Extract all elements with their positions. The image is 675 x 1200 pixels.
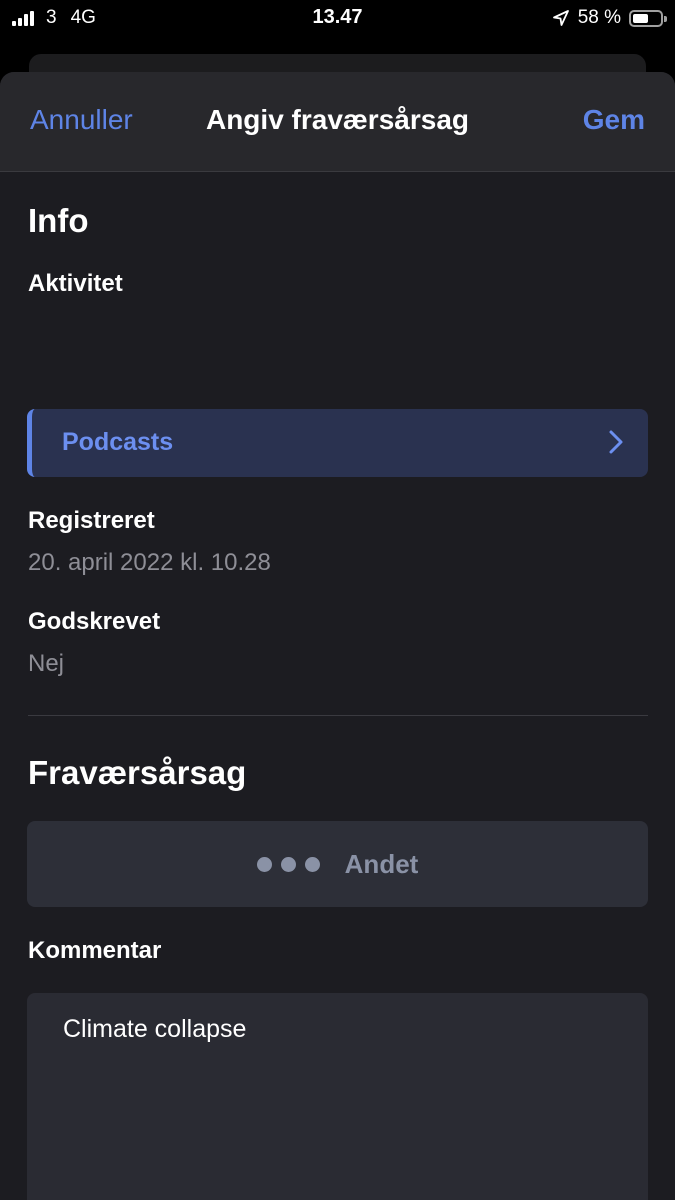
approved-label: Godskrevet [28,608,161,635]
status-bar-right: 58 % [552,7,667,29]
activity-selector[interactable]: Podcasts [27,409,648,477]
cancel-button[interactable]: Annuller [30,104,133,136]
ellipsis-icon [256,856,329,872]
registered-value: 20. april 2022 kl. 10.28 [28,549,271,576]
comment-textarea[interactable]: Climate collapse [27,993,648,1200]
battery-level-fill [633,13,649,23]
reason-option-other[interactable]: Andet [27,821,648,907]
absence-reason-sheet: Annuller Angiv fraværsårsag Gem Info Akt… [0,72,675,1200]
reason-section-title: Fraværsårsag [28,754,247,791]
battery-percentage: 58 % [577,7,621,28]
location-arrow-icon [552,9,570,27]
activity-label: Aktivitet [28,270,123,297]
battery-icon [629,9,667,27]
approved-value: Nej [28,650,65,677]
navigation-bar: Annuller Angiv fraværsårsag Gem [0,72,675,172]
comment-label: Kommentar [28,937,162,964]
registered-label: Registreret [28,507,155,534]
section-divider [28,715,648,716]
save-button[interactable]: Gem [583,104,645,136]
status-bar: 3 4G 13.47 58 % [0,0,675,38]
info-section-title: Info [28,202,89,239]
reason-option-label: Andet [344,848,419,879]
chevron-right-icon [608,429,624,455]
activity-value: Podcasts [62,428,174,456]
